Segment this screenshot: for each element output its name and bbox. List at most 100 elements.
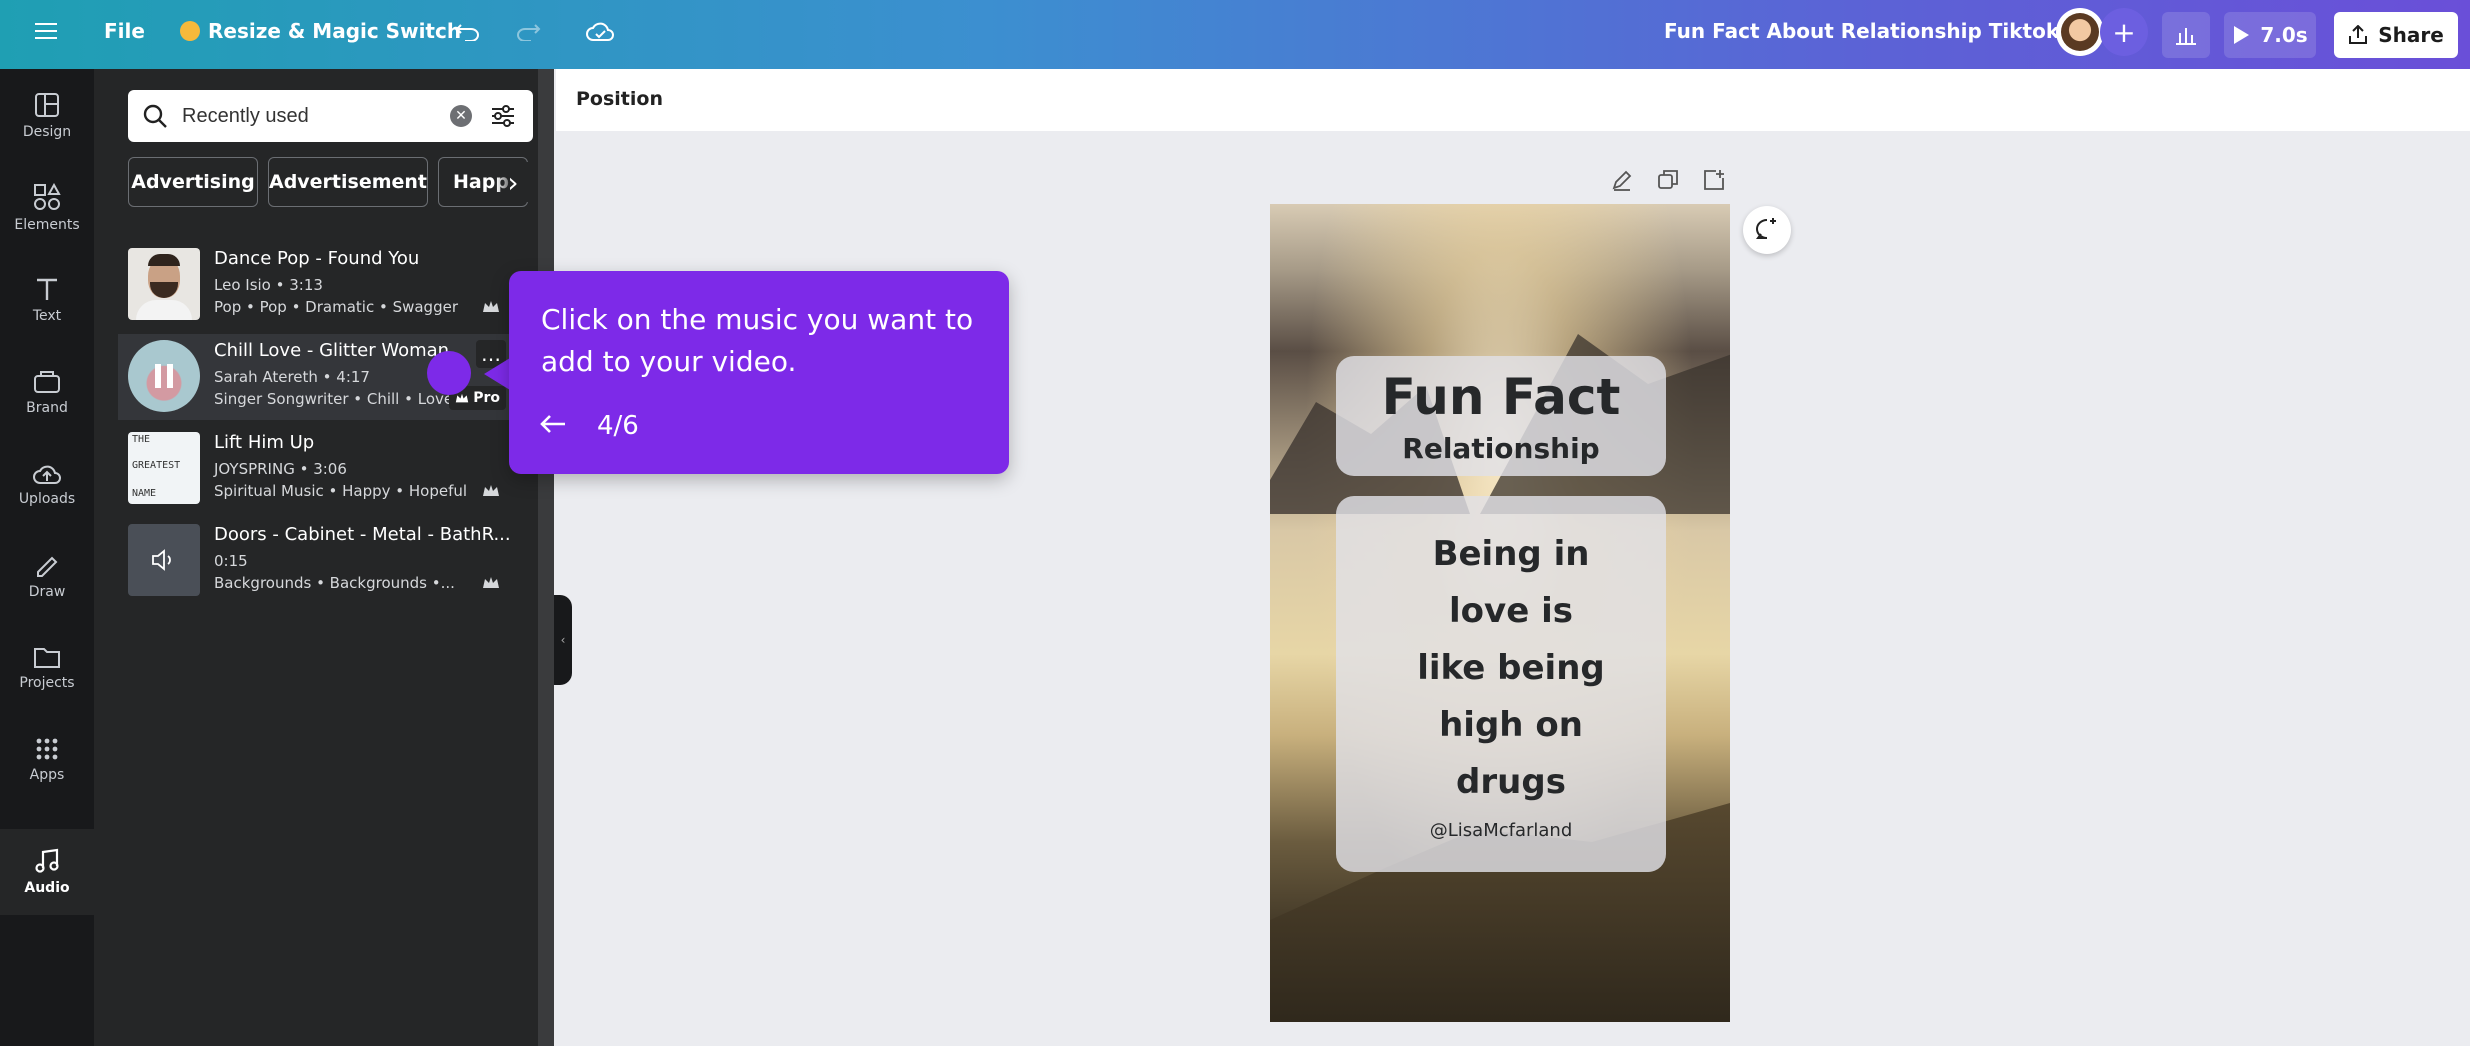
quote-card[interactable]: Being in love is like being high on drug…	[1336, 496, 1666, 872]
folder-icon	[34, 648, 60, 668]
rail-item-elements[interactable]: Elements	[0, 165, 94, 251]
file-menu[interactable]: File	[104, 0, 145, 62]
list-item[interactable]: THE GREATEST NAME Lift Him Up JOYSPRING …	[118, 426, 510, 512]
resize-magic-switch-button[interactable]: Resize & Magic Switch	[180, 0, 461, 62]
comment-plus-icon	[1756, 218, 1776, 239]
quote-line: drugs	[1456, 762, 1566, 802]
clear-search-icon[interactable]: ✕	[450, 105, 472, 127]
comment-add-button[interactable]	[1743, 206, 1791, 254]
music-note-icon	[35, 848, 59, 873]
track-thumbnail	[128, 524, 200, 596]
track-title: Chill Love - Glitter Woman	[214, 340, 450, 361]
user-avatar[interactable]	[2056, 8, 2104, 56]
cloud-saved-icon[interactable]	[580, 14, 620, 48]
share-button[interactable]: Share	[2334, 12, 2458, 58]
rail-item-draw[interactable]: Draw	[0, 533, 94, 619]
person-beard	[150, 282, 178, 298]
add-page-icon[interactable]	[1702, 168, 1726, 192]
redo-icon[interactable]	[508, 14, 548, 48]
track-meta: JOYSPRING • 3:06	[214, 460, 347, 478]
track-tags: Backgrounds • Backgrounds •...	[214, 574, 455, 592]
crown-icon	[483, 301, 499, 312]
tooltip-step-counter: 4/6	[597, 411, 639, 441]
crown-icon	[180, 21, 200, 41]
quote-line: high on	[1439, 705, 1583, 745]
handle-text: @LisaMcfarland	[1429, 820, 1573, 841]
list-item[interactable]: Doors - Cabinet - Metal - BathR... 0:15 …	[118, 518, 511, 604]
speaker-icon	[152, 549, 171, 571]
bar-chart-icon	[2176, 28, 2196, 45]
position-button[interactable]: Position	[576, 88, 663, 110]
rail-label: Uploads	[18, 491, 76, 507]
crown-icon	[455, 393, 469, 402]
chevron-right-icon[interactable]: ›	[496, 162, 530, 202]
share-label: Share	[2378, 23, 2444, 47]
grid-icon	[36, 738, 58, 760]
track-meta: Leo Isio • 3:13	[214, 276, 323, 294]
rail-item-brand[interactable]: Brand	[0, 349, 94, 435]
canvas-toolbar: Position	[556, 69, 2470, 131]
rail-item-design[interactable]: Design	[0, 73, 94, 159]
undo-icon[interactable]	[448, 14, 488, 48]
tooltip-arrow	[484, 358, 510, 390]
subtitle-text: Relationship	[1402, 432, 1600, 465]
menu-icon[interactable]	[28, 16, 64, 46]
hotspot-marker	[427, 351, 471, 395]
person-hair	[148, 254, 180, 266]
crown-icon	[483, 577, 499, 588]
list-item[interactable]: Dance Pop - Found You Leo Isio • 3:13 Po…	[118, 242, 510, 328]
play-preview-button[interactable]: 7.0s	[2224, 12, 2316, 58]
track-title: Lift Him Up	[214, 432, 315, 453]
title-card[interactable]: Fun Fact Relationship	[1336, 356, 1666, 476]
insights-button[interactable]	[2162, 12, 2210, 58]
track-thumbnail	[128, 248, 200, 320]
avatar-face-icon	[2061, 13, 2099, 51]
thumb-text: NAME	[132, 488, 157, 499]
title-text: Fun Fact	[1381, 368, 1621, 426]
rail-item-uploads[interactable]: Uploads	[0, 441, 94, 527]
rail-item-audio[interactable]: Audio	[0, 829, 94, 915]
thumb-text: GREATEST	[132, 460, 181, 471]
rail-label: Projects	[19, 675, 75, 691]
pause-icon[interactable]	[155, 364, 173, 388]
rail-label: Draw	[28, 584, 66, 600]
rail-item-projects[interactable]: Projects	[0, 625, 94, 711]
brand-icon	[34, 371, 60, 393]
rail-label: Text	[32, 308, 62, 324]
rail-item-apps[interactable]: Apps	[0, 717, 94, 803]
top-bar: File Resize & Magic Switch Fun Fact Abou…	[0, 0, 2470, 69]
design-page[interactable]: Fun Fact Relationship Being in love is l…	[1270, 204, 1730, 1022]
upload-icon	[2349, 25, 2368, 44]
quote-line: love is	[1449, 591, 1573, 631]
search-input[interactable]	[182, 104, 442, 128]
collapse-panel-button[interactable]: ‹	[554, 595, 572, 685]
chevron-left-icon: ‹	[560, 633, 566, 647]
chip-advertising[interactable]: Advertising	[128, 157, 258, 207]
pro-label: Pro	[473, 390, 500, 406]
filter-icon[interactable]	[490, 104, 516, 128]
left-rail: Design Elements Text Brand Uploads Draw …	[0, 69, 94, 1046]
rail-label: Elements	[14, 217, 80, 233]
thumb-text: THE	[132, 434, 151, 445]
add-collaborator-button[interactable]: +	[2100, 8, 2148, 56]
edit-page-icon[interactable]	[1610, 168, 1634, 192]
panel-scrollbar[interactable]	[538, 69, 554, 1046]
crown-icon	[483, 485, 499, 496]
duration-label: 7.0s	[2260, 23, 2308, 47]
track-thumbnail: THE GREATEST NAME	[128, 432, 200, 504]
plus-icon: +	[2112, 15, 2136, 49]
track-meta: Sarah Atereth • 4:17	[214, 368, 370, 386]
duplicate-page-icon[interactable]	[1656, 168, 1680, 192]
chip-advertisement[interactable]: Advertisement	[268, 157, 428, 207]
track-title: Dance Pop - Found You	[214, 248, 420, 269]
quote-line: like being	[1417, 648, 1605, 688]
resize-label: Resize & Magic Switch	[208, 19, 462, 43]
rail-item-text[interactable]: Text	[0, 257, 94, 343]
play-icon	[2234, 26, 2250, 44]
rail-label: Audio	[24, 880, 70, 896]
back-arrow-icon[interactable]	[539, 409, 567, 442]
guide-tooltip: Click on the music you want to add to yo…	[509, 271, 1009, 474]
pen-icon	[37, 556, 58, 577]
shapes-icon	[34, 183, 61, 210]
track-tags: Pop • Pop • Dramatic • Swagger	[214, 298, 458, 316]
